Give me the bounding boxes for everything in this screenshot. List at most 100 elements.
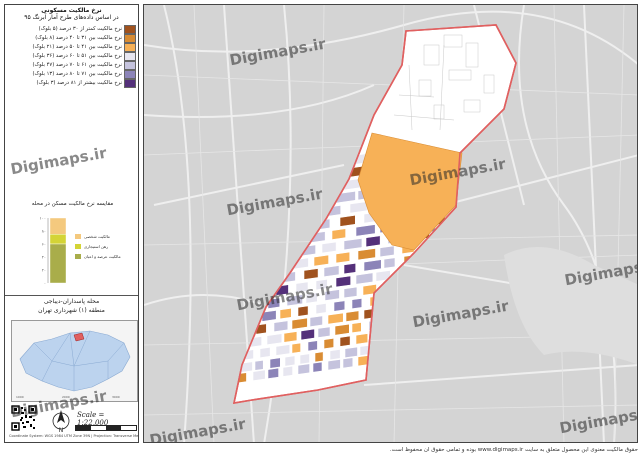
map-block: [365, 235, 381, 248]
legend-label: نرخ مالکیت بین ۷۱ تا ۸۰ درصد (۱۳ بلوک): [32, 71, 122, 77]
legend-swatch: [124, 24, 136, 34]
stack-legend-label: رهن استیجاری: [84, 244, 108, 249]
map-block: [269, 357, 281, 369]
legend-label: نرخ مالکیت بیشتر از ۸۱ درصد (۳ بلوک): [36, 80, 122, 86]
map-block: [279, 307, 292, 320]
stack-legend-label: مالکیت عرصه و اعیان: [84, 254, 121, 259]
map-block: [307, 340, 318, 352]
legend-subtitle: در اساس داده‌های طرح آمار آبرنگ ۹۵: [24, 14, 119, 21]
map-block: [333, 300, 346, 312]
stack-legend-swatch: [75, 234, 81, 239]
map-block: [282, 365, 293, 377]
region-line-1: محله پاسداران-دیباجی: [43, 298, 100, 305]
map-block: [379, 245, 395, 258]
map-canvas[interactable]: [144, 5, 638, 443]
map-block: [343, 286, 358, 299]
copyright-note: حقوق مالکیت معنوی این محصول متعلق به سای…: [389, 447, 638, 453]
map-block: [283, 331, 298, 343]
stack-tick-label: ۸۰: [42, 229, 46, 234]
map-block: [339, 214, 356, 227]
map-block: [329, 349, 341, 361]
svg-text:N: N: [59, 427, 64, 433]
map-block: [351, 298, 363, 310]
region-line-2: منطقه (۱) شهرداری تهران: [38, 307, 105, 314]
map-block: [327, 312, 344, 325]
map-block: [323, 337, 335, 350]
map-block: [254, 359, 264, 371]
stack-segment: [49, 234, 67, 245]
map-block: [344, 346, 358, 359]
map-block: [267, 367, 279, 379]
map-block: [275, 344, 291, 356]
map-block: [317, 326, 331, 338]
stack-segment: [49, 217, 67, 235]
legend-label: نرخ مالکیت بین ۶۱ تا ۷۰ درصد (۴۷ بلوک): [32, 62, 122, 68]
legend-title: نرخ مالکیت مسکونی: [41, 7, 102, 14]
stack-legend-label: مالکیت شخصی: [84, 234, 110, 239]
map-block: [323, 265, 340, 278]
legend-item: نرخ مالکیت بین ۶۱ تا ۷۰ درصد (۴۷ بلوک): [7, 60, 136, 70]
stack-segment: [49, 243, 67, 284]
legend-swatch: [124, 51, 136, 61]
legend-item: نرخ مالکیت بیشتر از ۸۱ درصد (۳ بلوک): [7, 78, 136, 88]
map-block: [291, 317, 308, 330]
map-block: [339, 335, 351, 347]
map-block: [309, 315, 323, 328]
map-block: [297, 305, 309, 317]
legend-list: نرخ مالکیت کمتر از ۳۰ درصد (۵ بلوک) نرخ م…: [7, 24, 136, 88]
map-block: [297, 363, 310, 375]
map-block: [327, 359, 341, 371]
map-block: [335, 251, 351, 264]
map-block: [351, 322, 362, 334]
map-block: [300, 328, 315, 341]
legend-swatch: [124, 33, 136, 43]
legend-label: نرخ مالکیت کمتر از ۳۰ درصد (۵ بلوک): [38, 26, 122, 32]
legend-header: نرخ مالکیت مسکونی در اساس داده‌های طرح آ…: [7, 7, 136, 21]
legend-item: نرخ مالکیت بین ۷۱ تا ۸۰ درصد (۱۳ بلوک): [7, 69, 136, 79]
map-block: [312, 361, 323, 373]
map-block: [284, 355, 296, 367]
coordinate-system-note: Coordinate System: WGS 1984 UTM Zone 39N…: [9, 434, 138, 438]
map-block: [331, 228, 346, 240]
map-block: [303, 268, 319, 280]
legend-label: نرخ مالکیت بین ۳۱ تا ۴۰ درصد (۸ بلوک): [35, 35, 122, 41]
legend-label: نرخ مالکیت بین ۴۱ تا ۵۰ درصد (۲۱ بلوک): [32, 44, 122, 50]
svg-text:3000: 3000: [112, 395, 120, 399]
map-block: [315, 303, 327, 315]
map-block: [334, 323, 350, 336]
legend-swatch: [124, 60, 136, 70]
map-block: [383, 257, 396, 269]
map-block: [299, 353, 310, 365]
stack-tick-label: ۱۰۰: [40, 216, 46, 221]
legend-swatch: [124, 42, 136, 52]
stack-chart-title: مقایسه نرخ مالکیت مسکن در محله: [31, 201, 114, 207]
stack-tick-label: ۲۰: [42, 268, 46, 273]
main-map[interactable]: Digimaps.ir Digimaps.ir Digimaps.ir Digi…: [143, 4, 638, 443]
divider: [5, 295, 138, 296]
legend-item: نرخ مالکیت بین ۵۱ تا ۶۰ درصد (۳۶ بلوک): [7, 51, 136, 61]
legend-label: نرخ مالکیت بین ۵۱ تا ۶۰ درصد (۳۶ بلوک): [32, 53, 122, 59]
stack-legend-swatch: [75, 254, 81, 259]
map-block: [313, 254, 329, 267]
legend-item: نرخ مالکیت بین ۳۱ تا ۴۰ درصد (۸ بلوک): [7, 33, 136, 43]
legend-item: نرخ مالکیت بین ۴۱ تا ۵۰ درصد (۲۱ بلوک): [7, 42, 136, 52]
scale-bar: [75, 425, 137, 431]
svg-text:1000: 1000: [16, 395, 24, 399]
map-block: [355, 333, 369, 345]
map-block: [342, 357, 354, 369]
map-block: [343, 262, 357, 275]
map-block: [321, 241, 337, 254]
stack-legend-swatch: [75, 244, 81, 249]
stack-tick-label: ۴۰: [42, 255, 46, 260]
legend-item: نرخ مالکیت کمتر از ۳۰ درصد (۵ بلوک): [7, 24, 136, 34]
map-block: [259, 346, 271, 359]
legend-swatch: [124, 69, 136, 79]
stack-chart: ۱۰۰ ۸۰ ۶۰ ۴۰ ۲۰ ۰ مالکیت شخصی رهن استیجاری مالکی…: [40, 216, 121, 286]
legend-panel: نرخ مالکیت مسکونی در اساس داده‌های طرح آ…: [4, 4, 139, 443]
legend-swatch: [124, 78, 136, 88]
map-block: [273, 320, 289, 333]
map-block: [335, 275, 351, 288]
map-block: [266, 333, 283, 346]
map-block: [345, 310, 360, 322]
map-block: [252, 369, 266, 382]
